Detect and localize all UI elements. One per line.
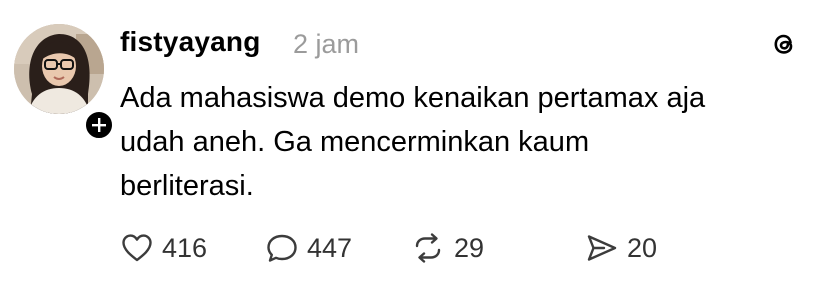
threads-logo-icon[interactable] — [770, 30, 798, 58]
like-button[interactable]: 416 — [120, 228, 265, 268]
share-button[interactable]: 20 — [585, 228, 657, 268]
reply-button[interactable]: 447 — [265, 228, 410, 268]
follow-button[interactable] — [82, 108, 116, 142]
repost-count: 29 — [454, 233, 485, 263]
username[interactable]: fistyayang — [120, 24, 261, 60]
send-icon — [587, 235, 617, 261]
plus-icon — [92, 118, 106, 132]
post-text-line: Ada mahasiswa demo kenaikan pertamax aja — [120, 82, 706, 114]
post-actions: 416 447 29 20 — [120, 228, 657, 268]
thread-post: fistyayang 2 jam Ada mahasiswa demo kena… — [0, 0, 828, 289]
heart-icon — [122, 234, 152, 262]
post-text-line: berliterasi. — [120, 170, 254, 202]
repost-arrows-icon — [415, 233, 441, 263]
avatar-container — [14, 24, 116, 142]
repost-button[interactable]: 29 — [410, 228, 585, 268]
share-count: 20 — [627, 233, 658, 263]
reply-count: 447 — [307, 233, 353, 263]
post-text-line: udah aneh. Ga mencerminkan kaum — [120, 126, 590, 158]
comment-bubble-icon — [267, 234, 297, 262]
post-body: Ada mahasiswa demo kenaikan pertamax aja… — [120, 76, 800, 208]
post-timestamp: 2 jam — [293, 29, 360, 59]
avatar[interactable] — [14, 24, 104, 114]
like-count: 416 — [162, 233, 208, 263]
